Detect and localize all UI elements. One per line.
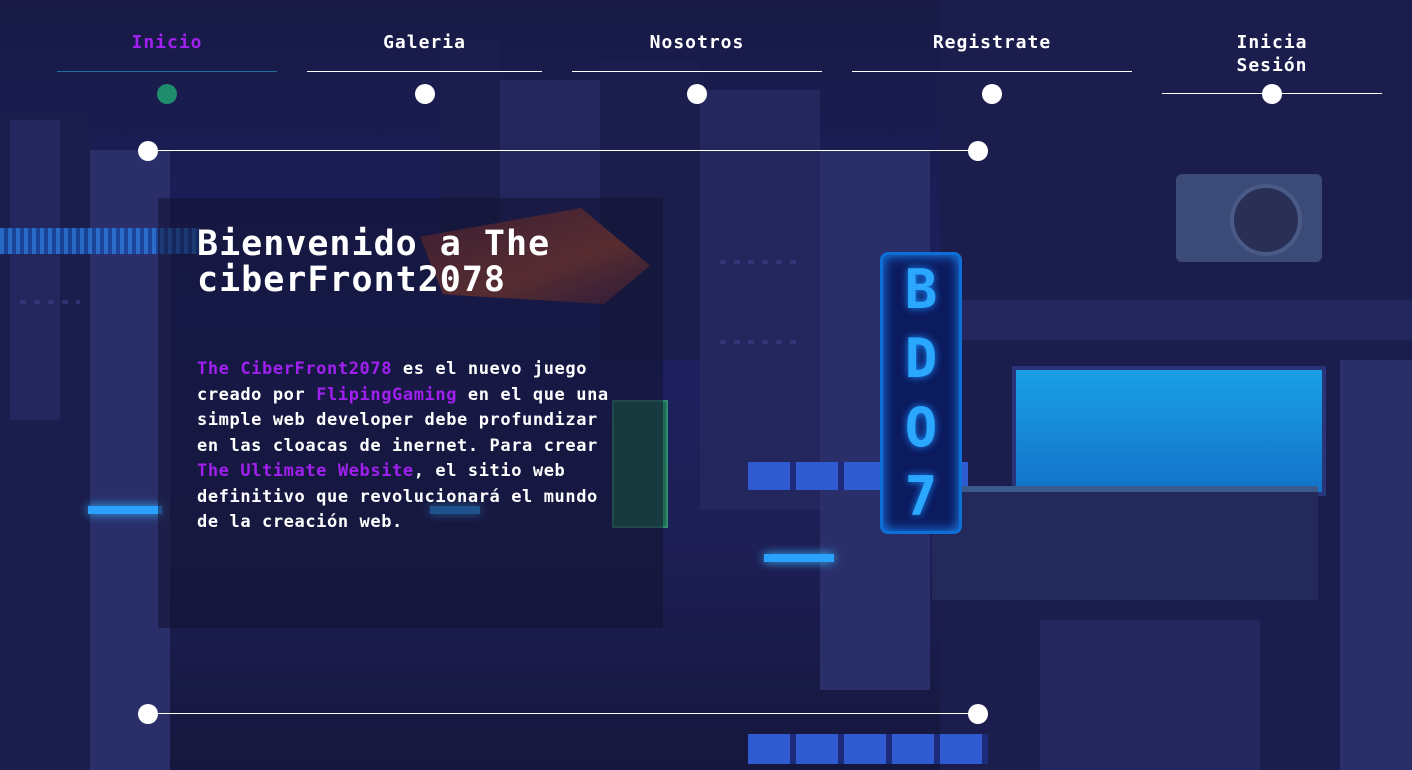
nav-dot (982, 84, 1002, 104)
neon-letter: O (904, 395, 938, 459)
nav-item-registrate[interactable]: Registrate (852, 31, 1132, 54)
neon-sign: B D O 7 (880, 252, 962, 534)
nav-item-inicio[interactable]: Inicio (57, 31, 277, 54)
nav-dot-active (157, 84, 177, 104)
nav-item-galeria[interactable]: Galeria (307, 31, 542, 54)
nav-underline (572, 71, 822, 72)
nav-item-nosotros[interactable]: Nosotros (572, 31, 822, 54)
frame-line-top (148, 150, 978, 151)
nav-dot (415, 84, 435, 104)
frame-dot (138, 141, 158, 161)
nav-underline (57, 71, 277, 72)
nav-underline (852, 71, 1132, 72)
page: B D O 7 Inicio Galeria Nosotros Registra… (0, 0, 1412, 770)
frame-dot (138, 704, 158, 724)
nav-label: Galeria (383, 32, 466, 53)
hero-description: The CiberFront2078 es el nuevo juego cre… (197, 357, 627, 536)
frame-line-bottom (148, 713, 978, 714)
nav-label: Nosotros (649, 32, 745, 53)
frame-dot (968, 704, 988, 724)
highlight-game-name: The CiberFront2078 (197, 359, 393, 379)
nav-dot (687, 84, 707, 104)
nav-underline (307, 71, 542, 72)
nav-label: Registrate (932, 32, 1052, 53)
neon-letter: 7 (904, 464, 938, 528)
neon-letter: D (904, 326, 938, 390)
nav-item-inicia-sesion[interactable]: Inicia Sesión (1200, 31, 1344, 77)
highlight-website-name: The Ultimate Website (197, 461, 414, 481)
frame-dot (968, 141, 988, 161)
nav-dot (1262, 84, 1282, 104)
neon-letter: B (904, 257, 938, 321)
hero-title: Bienvenido a The ciberFront2078 (197, 224, 551, 300)
highlight-studio-name: FlipingGaming (316, 384, 458, 405)
nav-label: Inicia Sesión (1236, 32, 1308, 76)
nav-label: Inicio (131, 32, 203, 53)
